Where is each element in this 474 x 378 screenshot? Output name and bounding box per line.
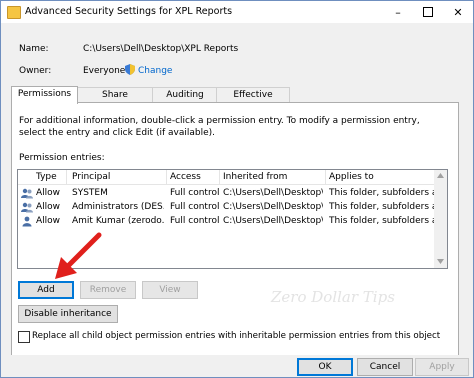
red-arrow-annotation (55, 232, 102, 279)
change-owner-link[interactable]: Change (138, 66, 172, 76)
cell-applies-to: This folder, subfolders and files (329, 202, 434, 212)
maximize-icon (423, 7, 433, 17)
close-button[interactable]: ✕ (443, 1, 473, 23)
permissions-description: For additional information, double-click… (19, 116, 420, 138)
tab-label: Permissions (17, 89, 72, 99)
tab-effective-access[interactable]: Effective Access (216, 87, 290, 115)
cell-type: Allow (36, 188, 61, 198)
column-header-applies-to[interactable]: Applies to (329, 172, 374, 182)
tab-label: Auditing (166, 90, 204, 100)
name-value: C:\Users\Dell\Desktop\XPL Reports (83, 44, 239, 54)
table-row[interactable]: Allow Amit Kumar (zerodo... Full control… (18, 215, 447, 229)
tab-share[interactable]: Share (76, 87, 154, 103)
watermark: Zero Dollar Tips (271, 288, 395, 306)
minimize-icon: – (395, 5, 401, 19)
title-bar: Advanced Security Settings for XPL Repor… (1, 1, 473, 23)
cell-access: Full control (170, 216, 220, 226)
tab-permissions[interactable]: Permissions (11, 86, 78, 104)
maximize-button[interactable] (413, 1, 443, 23)
add-button-label: Add (37, 285, 55, 295)
column-header-inherited-from[interactable]: Inherited from (223, 172, 287, 182)
users-group-icon (21, 188, 33, 199)
list-header: Type Principal Access Inherited from App… (18, 170, 447, 185)
scroll-up-icon[interactable] (437, 173, 444, 178)
ok-button[interactable]: OK (297, 358, 353, 376)
cell-principal: SYSTEM (72, 188, 108, 198)
table-row[interactable]: Allow SYSTEM Full control C:\Users\Dell\… (18, 187, 447, 201)
column-header-access[interactable]: Access (170, 172, 201, 182)
tab-label: Share (102, 90, 128, 100)
users-group-icon (21, 202, 33, 213)
column-header-type[interactable]: Type (36, 172, 57, 182)
window-title: Advanced Security Settings for XPL Repor… (25, 6, 233, 17)
cell-inherited-from: C:\Users\Dell\Desktop\ (223, 202, 323, 212)
cell-applies-to: This folder, subfolders and files (329, 216, 434, 226)
apply-button[interactable]: Apply (415, 358, 469, 376)
disable-inheritance-button[interactable]: Disable inheritance (18, 305, 118, 323)
table-row[interactable]: Allow Administrators (DES... Full contro… (18, 201, 447, 215)
cell-access: Full control (170, 202, 220, 212)
cell-inherited-from: C:\Users\Dell\Desktop\ (223, 216, 323, 226)
scroll-down-icon[interactable] (437, 259, 444, 264)
cell-principal: Amit Kumar (zerodo... (72, 216, 164, 226)
owner-value: Everyone (83, 66, 126, 76)
user-icon (22, 216, 32, 227)
cell-type: Allow (36, 202, 61, 212)
apply-button-label: Apply (429, 362, 455, 372)
owner-label: Owner: (19, 66, 52, 76)
cell-applies-to: This folder, subfolders and files (329, 188, 434, 198)
replace-child-permissions-label[interactable]: Replace all child object permission entr… (32, 331, 440, 341)
tab-auditing[interactable]: Auditing (152, 87, 218, 103)
column-header-principal[interactable]: Principal (72, 172, 110, 182)
view-button-label: View (159, 285, 181, 295)
cancel-button-label: Cancel (369, 362, 401, 372)
uac-shield-icon (125, 64, 135, 75)
permission-entries-label: Permission entries: (19, 153, 105, 163)
cell-inherited-from: C:\Users\Dell\Desktop\ (223, 188, 323, 198)
ok-button-label: OK (318, 362, 332, 372)
dialog-window: Advanced Security Settings for XPL Repor… (0, 0, 474, 378)
vertical-scrollbar[interactable] (434, 170, 447, 268)
cancel-button[interactable]: Cancel (357, 358, 413, 376)
cell-type: Allow (36, 216, 61, 226)
add-button[interactable]: Add (18, 281, 74, 299)
remove-button[interactable]: Remove (80, 281, 136, 299)
view-button[interactable]: View (142, 281, 198, 299)
minimize-button[interactable]: – (383, 1, 413, 23)
replace-child-permissions-checkbox[interactable] (18, 331, 30, 343)
folder-icon (7, 6, 21, 19)
disable-inheritance-label: Disable inheritance (24, 309, 112, 319)
cell-access: Full control (170, 188, 220, 198)
name-label: Name: (19, 44, 49, 54)
cell-principal: Administrators (DES... (72, 202, 164, 212)
close-icon: ✕ (453, 5, 463, 19)
remove-button-label: Remove (89, 285, 127, 295)
